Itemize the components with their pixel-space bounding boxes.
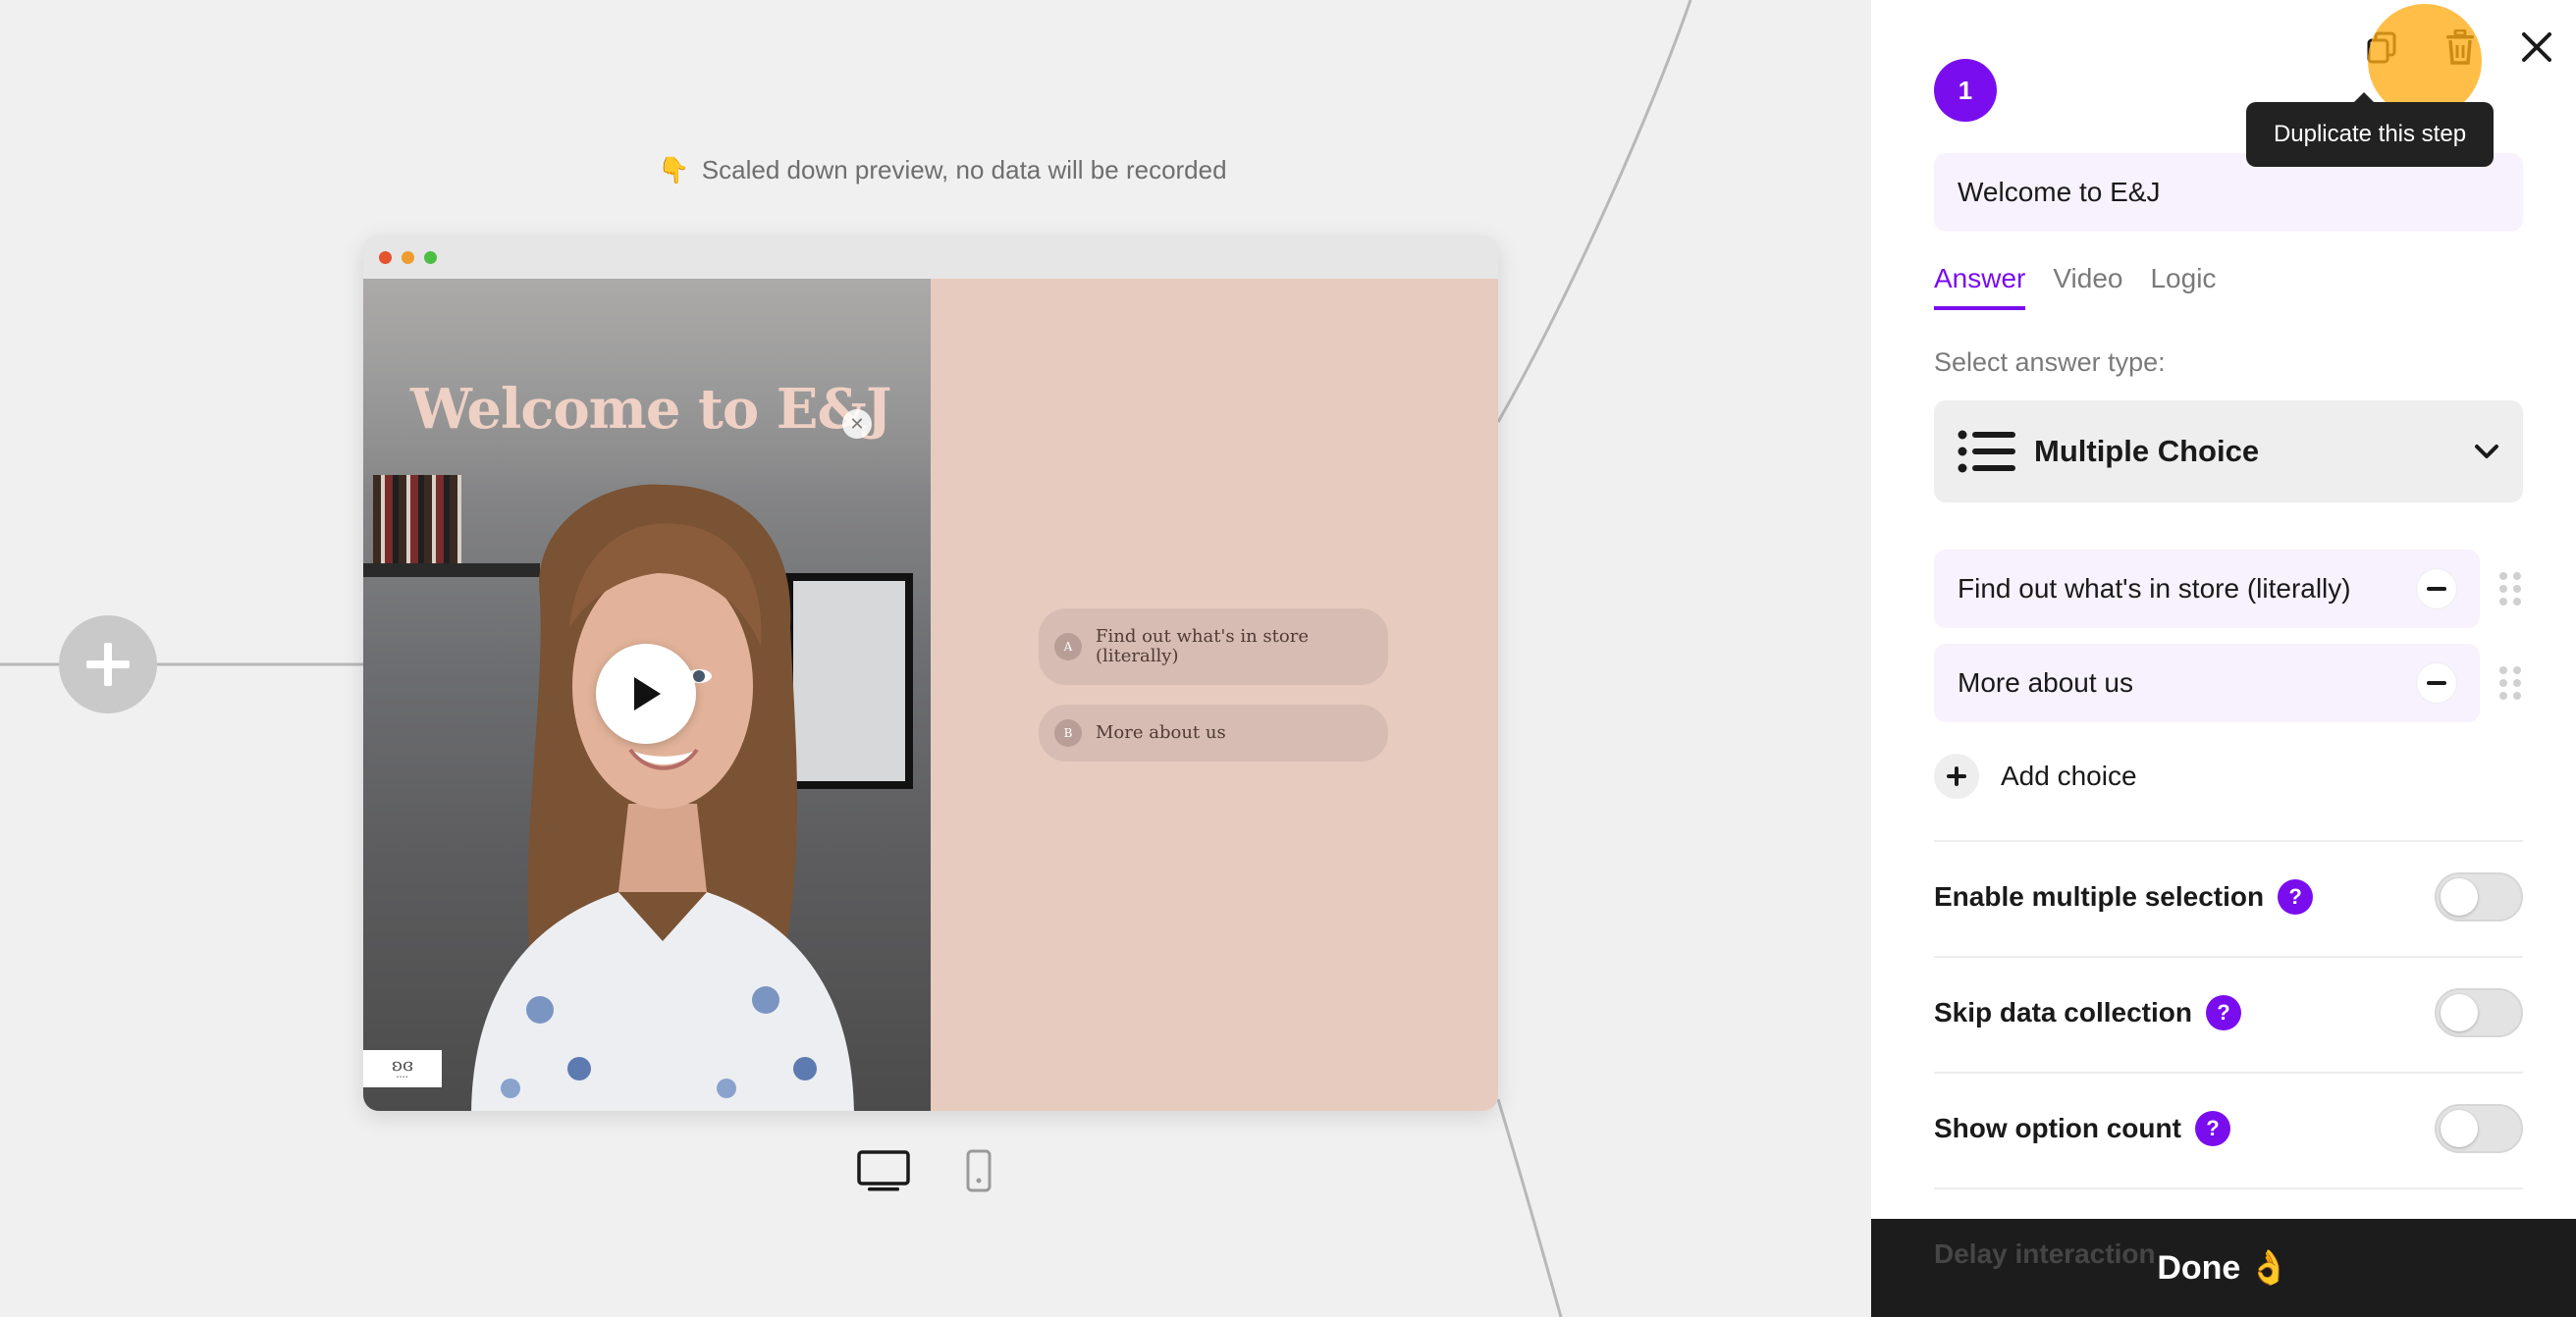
drag-handle[interactable] <box>2499 569 2523 608</box>
divider <box>1934 1072 2523 1074</box>
preview-choice-b[interactable]: B More about us <box>1039 705 1388 762</box>
video-background-books <box>373 475 461 563</box>
minus-icon <box>2427 681 2446 685</box>
partial-row-behind-done: Delay interaction <box>1934 1238 2156 1270</box>
close-icon <box>2522 32 2551 62</box>
drag-handle[interactable] <box>2499 663 2523 703</box>
answer-type-value: Multiple Choice <box>2034 434 2260 468</box>
add-step-button[interactable] <box>59 615 157 713</box>
panel-tabs: Answer Video Logic <box>1934 263 2216 310</box>
brand-logo-strip: ▪▪▪▪ <box>396 1075 409 1080</box>
toggle-enable-multiple-selection: Enable multiple selection ? <box>1934 868 2523 926</box>
preview-browser-window: Welcome to E&J ✕ ʚɞ ▪▪▪▪ A Find out what… <box>363 236 1498 1111</box>
minus-icon <box>2427 587 2446 591</box>
toggle-label: Enable multiple selection <box>1934 881 2265 912</box>
answer-type-label: Select answer type: <box>1934 347 2166 377</box>
play-icon <box>634 677 661 711</box>
plus-icon <box>1947 766 1966 786</box>
add-choice-button[interactable]: Add choice <box>1934 754 2137 799</box>
multiple-selection-switch[interactable] <box>2435 872 2523 922</box>
window-minimize-dot <box>402 250 414 264</box>
done-label: Done 👌 <box>2157 1248 2289 1288</box>
ok-hand-icon: 👌 <box>2248 1249 2290 1287</box>
step-settings-panel: 1 Answer Video Logic Select answer type: <box>1871 0 2576 1317</box>
switch-knob <box>2441 878 2478 916</box>
chevron-down-icon <box>2475 445 2498 458</box>
choice-row-text[interactable]: More about us <box>1958 667 2417 699</box>
desktop-icon <box>857 1150 910 1191</box>
choice-letter: B <box>1054 719 1082 747</box>
help-icon[interactable]: ? <box>2194 1111 2230 1146</box>
toggle-label: Show option count <box>1934 1113 2181 1143</box>
close-panel-button[interactable] <box>2515 26 2558 69</box>
step-number-badge: 1 <box>1934 59 1997 122</box>
switch-knob <box>2441 1110 2478 1147</box>
duplicate-icon <box>2367 31 2396 64</box>
remove-choice-button[interactable] <box>2417 663 2456 703</box>
preview-choice-a[interactable]: A Find out what's in store (literally) <box>1039 608 1388 685</box>
duplicate-step-button[interactable] <box>2360 26 2403 69</box>
done-text: Done <box>2157 1248 2241 1287</box>
help-icon[interactable]: ? <box>2278 879 2314 915</box>
add-choice-label: Add choice <box>2001 761 2137 791</box>
choice-text: More about us <box>1096 722 1226 743</box>
brand-logo-mark: ʚɞ <box>391 1055 414 1076</box>
plus-icon <box>86 643 130 686</box>
switch-knob <box>2441 994 2478 1031</box>
window-close-dot <box>379 250 392 264</box>
help-icon[interactable]: ? <box>2205 995 2241 1030</box>
video-title-overlay: Welcome to E&J <box>410 377 892 442</box>
preview-note-text: Scaled down preview, no data will be rec… <box>701 155 1227 184</box>
partial-row-label: Delay interaction <box>1934 1238 2156 1269</box>
flow-canvas[interactable]: 👇 Scaled down preview, no data will be r… <box>0 0 1871 1317</box>
desktop-view-button[interactable] <box>854 1146 913 1195</box>
duplicate-tooltip: Duplicate this step <box>2246 92 2494 167</box>
play-button[interactable] <box>596 644 696 744</box>
pointing-down-icon: 👇 <box>658 155 690 184</box>
divider <box>1934 956 2523 958</box>
show-option-count-switch[interactable] <box>2435 1104 2523 1153</box>
video-close-icon[interactable]: ✕ <box>842 409 872 439</box>
toggle-label: Skip data collection <box>1934 997 2192 1027</box>
video-pane: Welcome to E&J ✕ ʚɞ ▪▪▪▪ <box>363 279 931 1111</box>
trash-icon <box>2446 29 2474 65</box>
choice-text: Find out what's in store (literally) <box>1096 626 1309 666</box>
brand-logo: ʚɞ ▪▪▪▪ <box>363 1050 442 1087</box>
window-maximize-dot <box>424 250 437 264</box>
divider <box>1934 1187 2523 1189</box>
remove-choice-button[interactable] <box>2417 569 2456 608</box>
choice-row-text[interactable]: Find out what's in store (literally) <box>1958 573 2417 605</box>
answer-pane: A Find out what's in store (literally) B… <box>931 279 1498 1111</box>
video-presenter <box>471 484 854 1111</box>
tab-logic[interactable]: Logic <box>2150 263 2216 310</box>
tab-answer[interactable]: Answer <box>1934 263 2026 310</box>
list-icon <box>1958 430 2015 473</box>
skip-data-collection-switch[interactable] <box>2435 988 2523 1037</box>
preview-note: 👇 Scaled down preview, no data will be r… <box>589 155 1296 185</box>
browser-title-bar <box>363 236 1498 279</box>
tab-video[interactable]: Video <box>2053 263 2122 310</box>
toggle-show-option-count: Show option count ? <box>1934 1099 2523 1158</box>
mobile-icon <box>966 1149 992 1192</box>
preview-body: Welcome to E&J ✕ ʚɞ ▪▪▪▪ A Find out what… <box>363 279 1498 1111</box>
answer-type-select[interactable]: Multiple Choice <box>1934 400 2523 502</box>
toggle-skip-data-collection: Skip data collection ? <box>1934 983 2523 1042</box>
choice-row[interactable]: More about us <box>1934 644 2480 722</box>
divider <box>1934 840 2523 842</box>
done-button[interactable]: Delay interaction Done 👌 <box>1871 1219 2576 1317</box>
delete-step-button[interactable] <box>2439 26 2482 69</box>
choice-row[interactable]: Find out what's in store (literally) <box>1934 550 2480 628</box>
add-choice-plus-circle <box>1934 754 1979 799</box>
mobile-view-button[interactable] <box>962 1146 995 1195</box>
choice-letter: A <box>1054 633 1082 660</box>
